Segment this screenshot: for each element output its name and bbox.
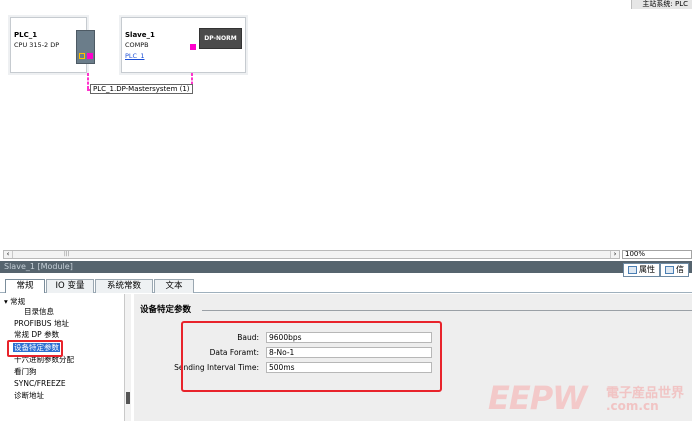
info-icon bbox=[665, 266, 674, 274]
nav-item-diag-address[interactable]: 诊断地址 bbox=[14, 391, 44, 400]
scroll-thumb-icon[interactable]: ||| bbox=[64, 252, 69, 257]
device-plc[interactable]: PLC_1 CPU 315-2 DP bbox=[10, 17, 95, 73]
section-title: 设备特定参数 bbox=[140, 305, 192, 315]
nav-item-profibus-address[interactable]: PROFIBUS 地址 bbox=[14, 319, 69, 328]
master-system-label: 主站系统: PLC bbox=[642, 0, 688, 8]
tab-general[interactable]: 常规 bbox=[5, 279, 45, 293]
plc-dp-interface-icon[interactable] bbox=[87, 53, 93, 59]
plc-port-icon[interactable] bbox=[79, 53, 85, 59]
nav-item-general-dp-params[interactable]: 常规 DP 参数 bbox=[14, 330, 59, 339]
nav-item-general-label: 常规 bbox=[10, 297, 26, 306]
dp-mastersystem-label[interactable]: PLC_1.DP-Mastersystem (1) bbox=[90, 84, 193, 94]
canvas-horizontal-scrollbar[interactable]: ‹ ||| › bbox=[3, 250, 620, 259]
section-divider bbox=[202, 310, 692, 311]
main-tab-row: 常规 IO 变量 系统常数 文本 bbox=[0, 279, 692, 293]
bus-line-plc bbox=[87, 73, 89, 89]
network-view-canvas[interactable]: 主站系统: PLC PLC_1 CPU 315-2 DP Slave_1 COM… bbox=[0, 0, 692, 247]
inspector-nav-tree: ▾ 常规 目录信息 PROFIBUS 地址 常规 DP 参数 设备特定参数 十六… bbox=[0, 294, 131, 421]
tab-info[interactable]: 信 bbox=[660, 263, 689, 277]
tab-io-tags[interactable]: IO 变量 bbox=[46, 279, 94, 293]
nav-highlight-annotation bbox=[7, 340, 63, 357]
nav-vertical-scrollbar[interactable] bbox=[124, 294, 131, 421]
portal-window: 主站系统: PLC PLC_1 CPU 315-2 DP Slave_1 COM… bbox=[0, 0, 692, 421]
tab-texts[interactable]: 文本 bbox=[154, 279, 194, 293]
plc-name: PLC_1 bbox=[14, 31, 38, 39]
dp-norm-module[interactable]: DP-NORM bbox=[199, 28, 242, 49]
master-system-button[interactable]: 主站系统: PLC bbox=[631, 0, 692, 9]
watermark-com-text: .com.cn bbox=[606, 399, 659, 413]
scroll-right-icon[interactable]: › bbox=[610, 251, 619, 258]
tab-properties-label: 属性 bbox=[639, 265, 655, 274]
nav-item-watchdog[interactable]: 看门狗 bbox=[14, 367, 37, 376]
nav-item-sync-freeze[interactable]: SYNC/FREEZE bbox=[14, 379, 66, 388]
slave-master-link[interactable]: PLC_1 bbox=[125, 52, 144, 60]
nav-item-general[interactable]: ▾ 常规 bbox=[4, 297, 25, 306]
tab-properties[interactable]: 属性 bbox=[623, 263, 660, 277]
nav-item-catalog-info[interactable]: 目录信息 bbox=[24, 307, 54, 316]
slave-dp-interface-icon[interactable] bbox=[190, 44, 196, 50]
zoom-field[interactable]: 100% bbox=[622, 250, 692, 259]
watermark-logo-text: EEPW bbox=[488, 379, 587, 417]
params-highlight-annotation bbox=[181, 321, 442, 392]
scroll-left-icon[interactable]: ‹ bbox=[4, 251, 13, 258]
slave-name: Slave_1 bbox=[125, 31, 155, 39]
nav-scroll-thumb[interactable] bbox=[126, 392, 130, 404]
device-slave[interactable]: Slave_1 COMPB PLC_1 DP-NORM bbox=[121, 17, 246, 73]
tab-info-label: 信 bbox=[676, 265, 684, 274]
plc-type: CPU 315-2 DP bbox=[14, 41, 60, 49]
tab-system-constants[interactable]: 系统常数 bbox=[95, 279, 153, 293]
eepw-watermark-logo: EEPW 電子産品世界 .com.cn bbox=[488, 378, 692, 421]
properties-icon bbox=[628, 266, 637, 274]
slave-type: COMPB bbox=[125, 41, 149, 49]
inspector-tabs: 属性 信 bbox=[623, 263, 689, 277]
inspector-title: Slave_1 [Module] bbox=[0, 261, 692, 273]
